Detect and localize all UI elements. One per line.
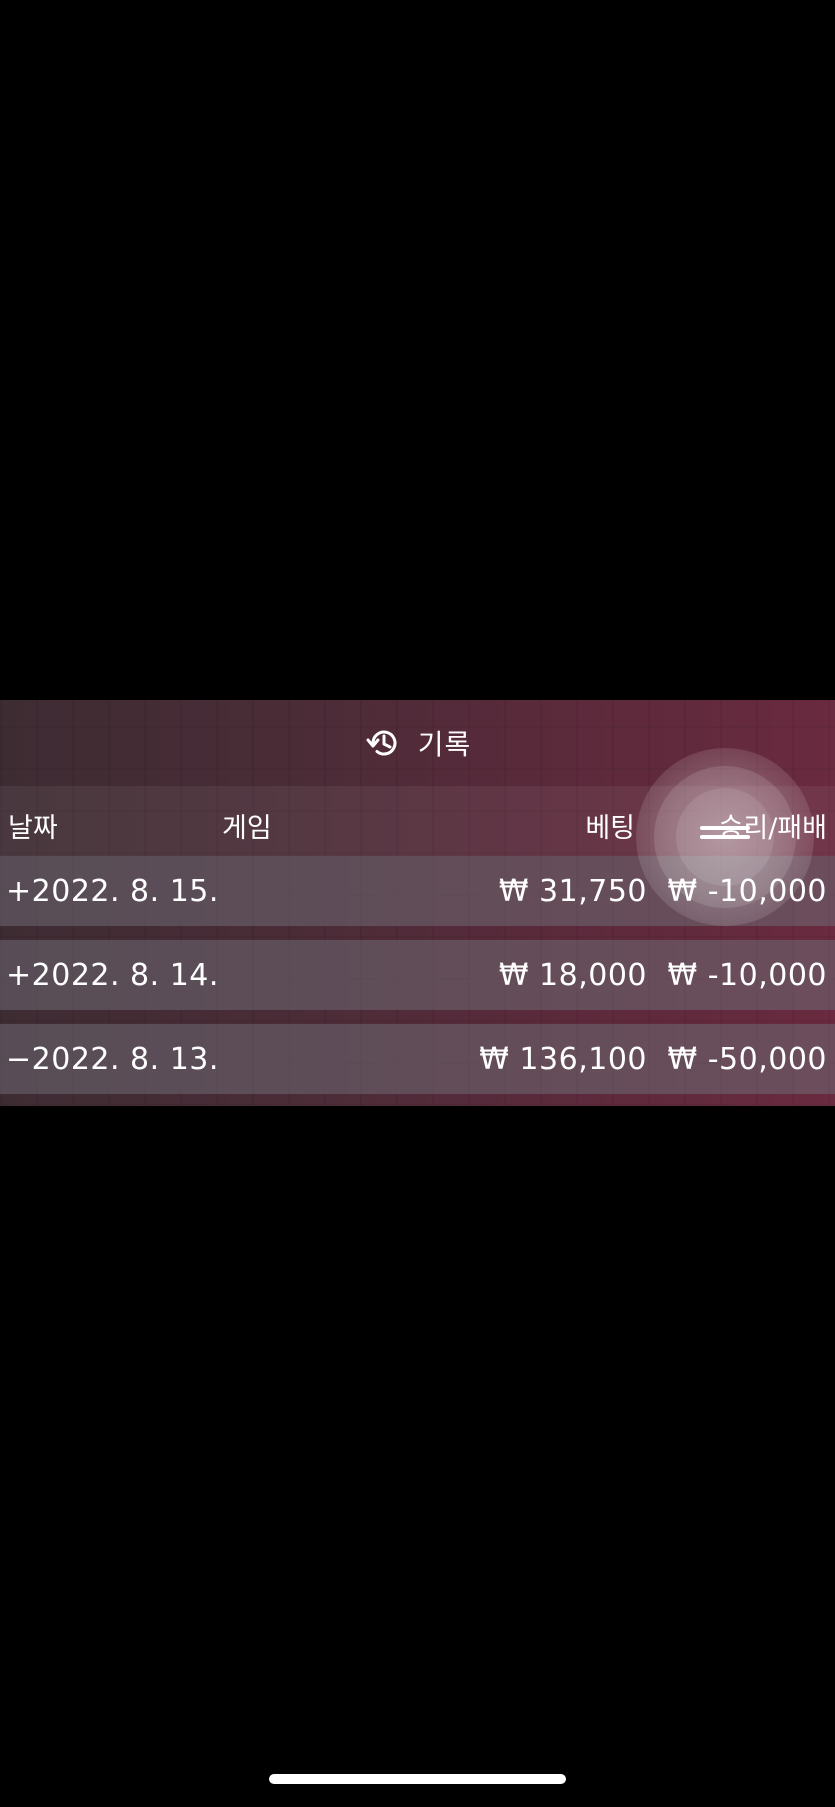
expand-toggle[interactable]: + — [6, 874, 32, 909]
row-result: ₩ -50,000 — [667, 1042, 827, 1077]
panel-header: 기록 — [0, 700, 835, 786]
table-row[interactable]: −2022. 8. 13. ₩ 136,100 ₩ -50,000 — [0, 1024, 835, 1094]
sort-indicator-icon — [700, 826, 750, 854]
date-value: 2022. 8. 14. — [31, 958, 219, 993]
column-header-game[interactable]: 게임 — [222, 806, 272, 845]
row-date: +2022. 8. 15. — [6, 874, 219, 909]
row-bet: ₩ 18,000 — [498, 958, 647, 993]
history-icon — [364, 723, 404, 763]
row-result: ₩ -10,000 — [667, 958, 827, 993]
row-bet: ₩ 31,750 — [498, 874, 647, 909]
row-result: ₩ -10,000 — [667, 874, 827, 909]
date-value: 2022. 8. 15. — [31, 874, 219, 909]
column-header-bet[interactable]: 베팅 — [585, 806, 635, 845]
column-header-date[interactable]: 날짜 — [8, 806, 58, 845]
row-date: −2022. 8. 13. — [6, 1042, 219, 1077]
panel-title: 기록 — [417, 728, 472, 761]
table-row[interactable]: +2022. 8. 14. ₩ 18,000 ₩ -10,000 — [0, 940, 835, 1010]
row-date: +2022. 8. 14. — [6, 958, 219, 993]
table-row[interactable]: +2022. 8. 15. ₩ 31,750 ₩ -10,000 — [0, 856, 835, 926]
home-indicator[interactable] — [269, 1774, 566, 1784]
history-panel: 기록 날짜 게임 베팅 승리/패배 +2022. 8. 15. ₩ 31,750… — [0, 700, 835, 1106]
collapse-toggle[interactable]: − — [6, 1042, 32, 1077]
row-bet: ₩ 136,100 — [479, 1042, 647, 1077]
date-value: 2022. 8. 13. — [31, 1042, 219, 1077]
expand-toggle[interactable]: + — [6, 958, 32, 993]
